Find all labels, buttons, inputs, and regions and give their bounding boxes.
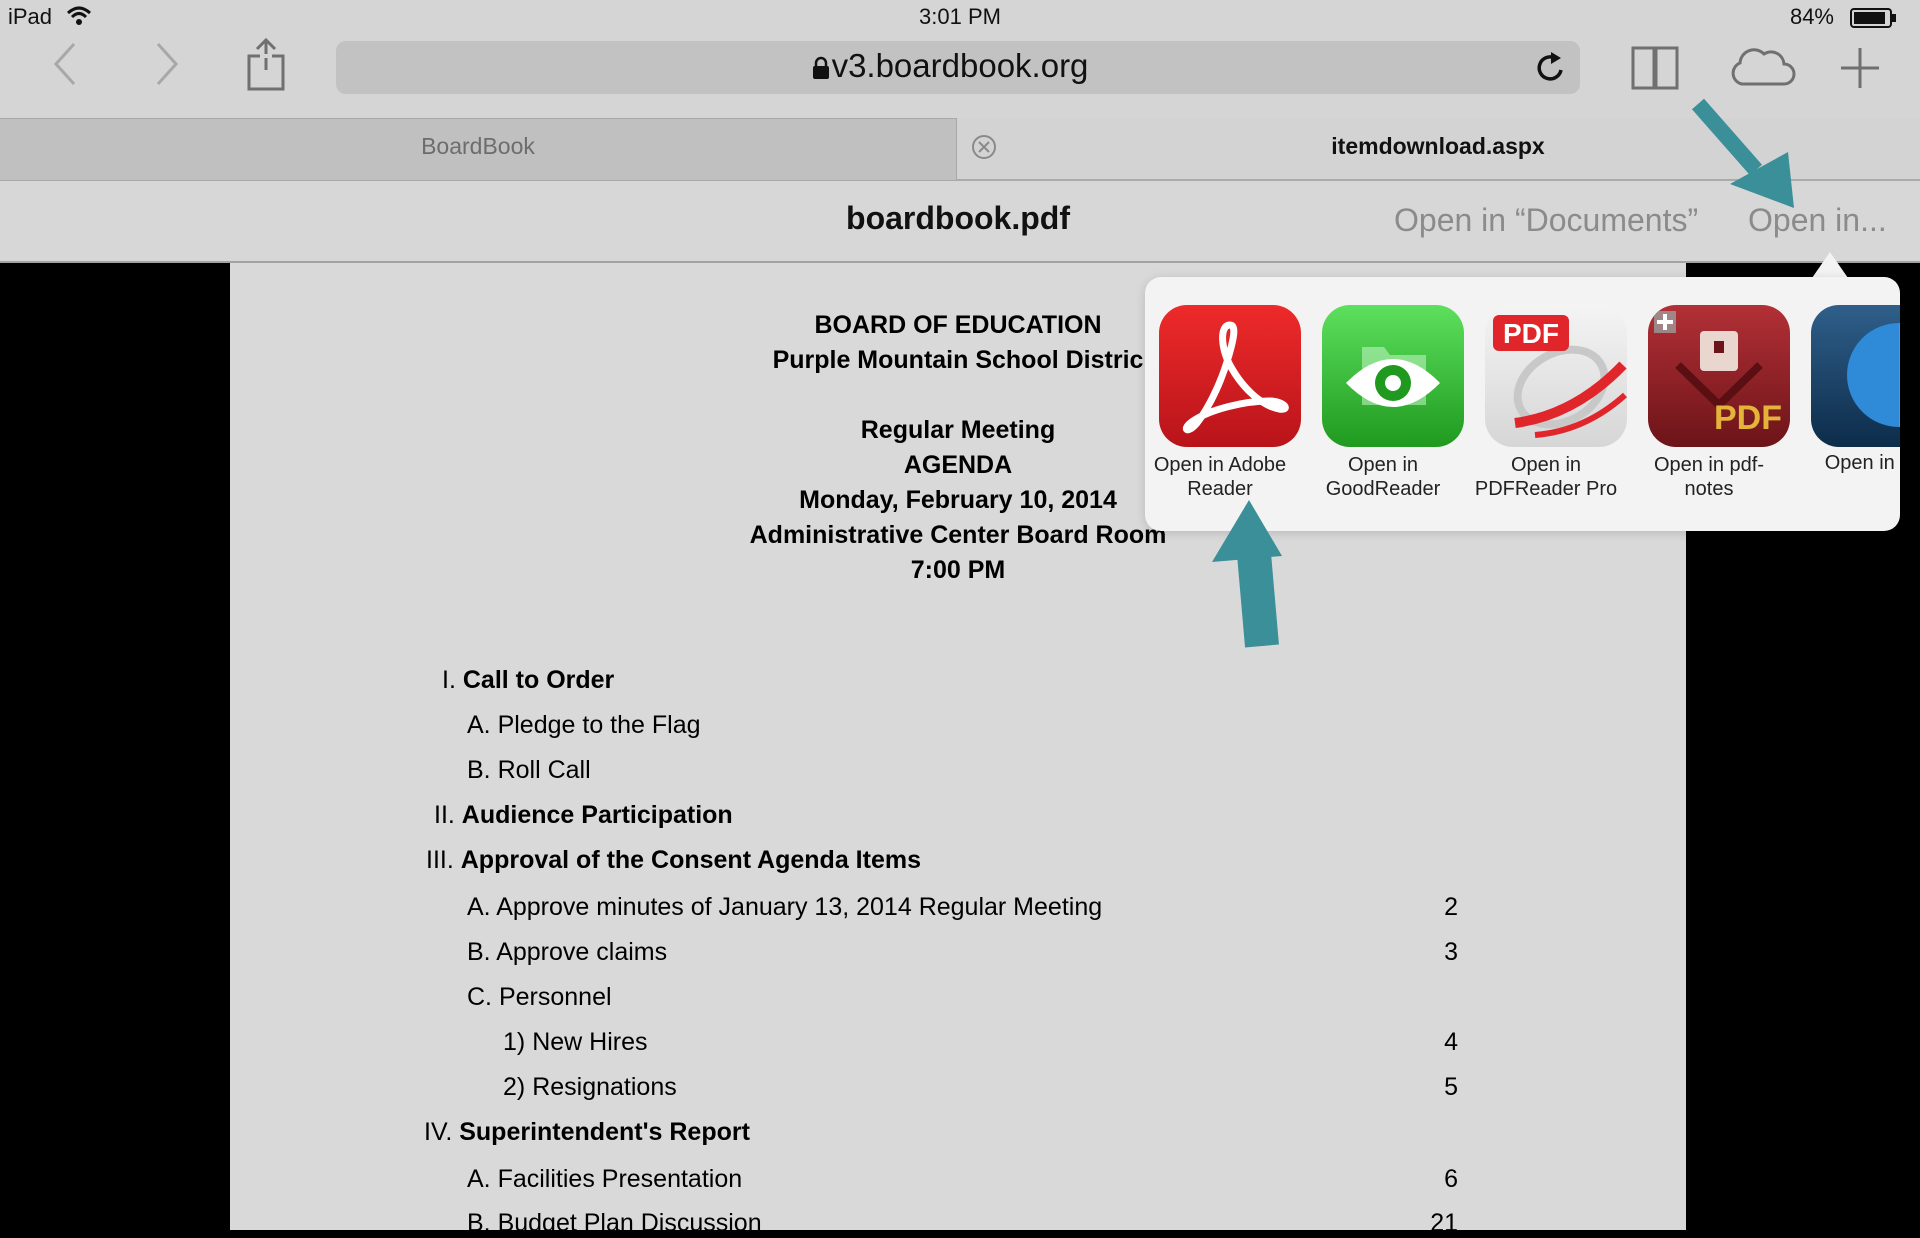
item-number: III. xyxy=(426,846,454,874)
item-text: New Hires xyxy=(532,1028,648,1056)
agenda-item: 2) Resignations xyxy=(503,1073,677,1102)
item-text: Audience Participation xyxy=(461,801,733,829)
item-page-number: 3 xyxy=(1444,938,1458,966)
item-page-number: 5 xyxy=(1444,1073,1458,1101)
app-label: Open in pdf-notes xyxy=(1653,454,1765,500)
share-icon[interactable] xyxy=(246,38,286,92)
item-number: 2) xyxy=(503,1073,526,1101)
battery-percent: 84% xyxy=(1789,4,1834,29)
open-in-documents-button[interactable]: Open in “Documents” xyxy=(1394,202,1698,239)
item-number: 1) xyxy=(503,1028,526,1056)
tab-label: BoardBook xyxy=(421,133,535,159)
item-page-number: 4 xyxy=(1444,1028,1458,1056)
pdf-notes-icon: PDF xyxy=(1648,305,1790,447)
app-label: Open in Adobe Reader xyxy=(1153,454,1287,500)
agenda-time: 7:00 PM xyxy=(910,556,1006,584)
agenda-item: I. Call to Order xyxy=(442,666,614,695)
item-page-number: 21 xyxy=(1430,1209,1458,1237)
goodreader-icon xyxy=(1322,305,1464,447)
item-text: Approve claims xyxy=(496,938,668,966)
item-text: Budget Plan Discussion xyxy=(497,1209,762,1237)
status-time: 3:01 PM xyxy=(919,4,1001,29)
agenda-item: C. Personnel xyxy=(467,983,612,1012)
item-text: Approval of the Consent Agenda Items xyxy=(460,846,921,874)
app-label: Open in W xyxy=(1824,452,1900,474)
item-text: Personnel xyxy=(498,983,612,1011)
item-text: Roll Call xyxy=(497,756,591,784)
back-icon[interactable] xyxy=(50,40,80,88)
svg-text:PDF: PDF xyxy=(1503,318,1559,349)
agenda-item: A. Pledge to the Flag xyxy=(467,711,701,740)
item-number: A. xyxy=(467,1165,491,1193)
open-in-popover: Open in Adobe Reader Open in GoodReader PD… xyxy=(1145,277,1900,531)
item-page-number: 6 xyxy=(1444,1165,1458,1193)
item-number: C. xyxy=(467,983,492,1011)
item-text: Approve minutes of January 13, 2014 Regu… xyxy=(496,893,1103,921)
pdfreader-pro-icon: PDF xyxy=(1485,305,1627,447)
item-text: Superintendent's Report xyxy=(459,1118,750,1146)
item-number: A. xyxy=(467,711,491,739)
bookmarks-icon[interactable] xyxy=(1630,44,1680,90)
icloud-tabs-icon[interactable] xyxy=(1728,46,1796,88)
popover-arrow xyxy=(1812,252,1848,278)
annotation-arrow-icon xyxy=(1691,98,1794,208)
item-number: B. xyxy=(467,938,491,966)
agenda-item: IV. Superintendent's Report xyxy=(424,1118,750,1147)
globe-icon xyxy=(1811,305,1900,447)
item-text: Pledge to the Flag xyxy=(497,711,701,739)
agenda-item: B. Roll Call xyxy=(467,756,591,785)
item-number: B. xyxy=(467,1209,491,1237)
app-label: Open in PDFReader Pro xyxy=(1474,454,1618,500)
agenda-item: III. Approval of the Consent Agenda Item… xyxy=(426,846,921,875)
agenda-item: A. Facilities Presentation xyxy=(467,1165,742,1194)
item-number: B. xyxy=(467,756,491,784)
new-tab-icon[interactable] xyxy=(1840,46,1880,90)
url-field[interactable] xyxy=(336,41,1580,94)
battery-icon xyxy=(1850,8,1896,28)
agenda-item: B. Budget Plan Discussion xyxy=(467,1209,762,1238)
annotation-arrow-icon xyxy=(1212,500,1282,648)
app-label: Open in GoodReader xyxy=(1325,454,1441,500)
item-text: Resignations xyxy=(532,1073,677,1101)
agenda-item: A. Approve minutes of January 13, 2014 R… xyxy=(467,893,1102,922)
item-number: II. xyxy=(434,801,455,829)
lock-icon xyxy=(813,56,829,79)
agenda-item: II. Audience Participation xyxy=(434,801,733,830)
reload-icon[interactable] xyxy=(1535,50,1567,84)
forward-icon[interactable] xyxy=(152,40,182,88)
item-number: I. xyxy=(442,666,456,694)
item-page-number: 2 xyxy=(1444,893,1458,921)
item-number: IV. xyxy=(424,1118,453,1146)
item-number: A. xyxy=(467,893,491,921)
agenda-item: 1) New Hires xyxy=(503,1028,647,1057)
item-text: Facilities Presentation xyxy=(497,1165,743,1193)
svg-text:PDF: PDF xyxy=(1714,399,1782,437)
adobe-reader-icon xyxy=(1159,305,1301,447)
item-text: Call to Order xyxy=(462,666,615,694)
agenda-item: B. Approve claims xyxy=(467,938,667,967)
